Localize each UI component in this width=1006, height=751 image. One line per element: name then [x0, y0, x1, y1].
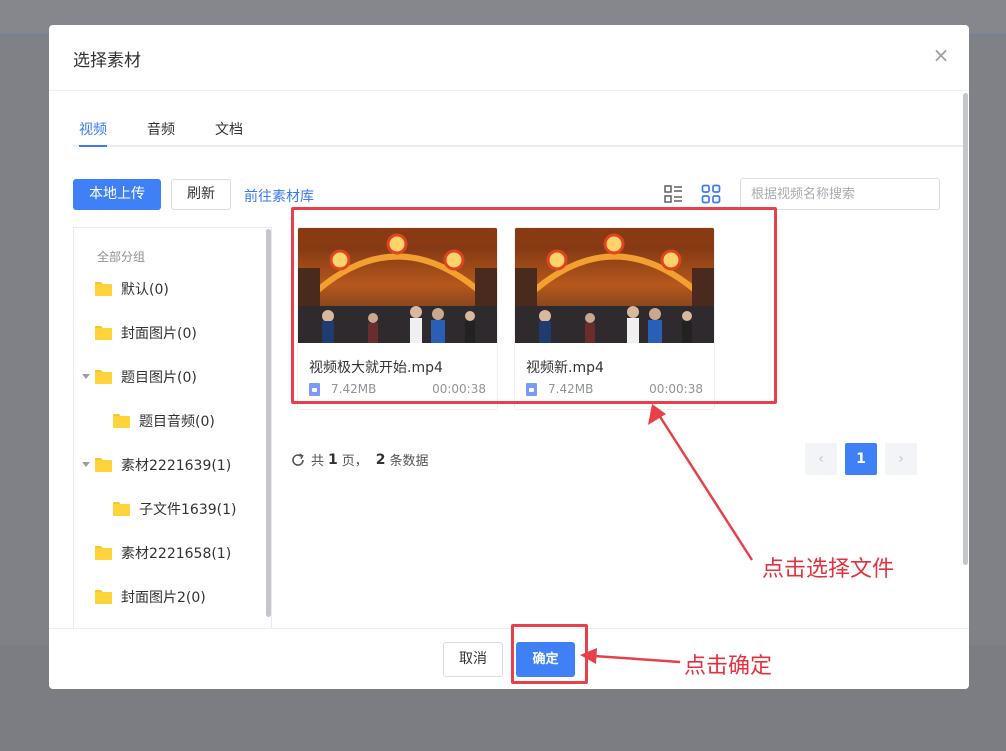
video-thumbnail [515, 228, 714, 343]
page-unit: 页， [341, 454, 368, 469]
dialog-footer: 取消 确定 [49, 628, 969, 689]
file-duration: 00:00:38 [432, 382, 486, 396]
caret-down-icon[interactable] [82, 462, 90, 467]
folder-icon [113, 414, 130, 428]
media-tabs: 视频 音频 文档 [73, 113, 965, 147]
tree-item-cover-images-2[interactable]: 封面图片2(0) [95, 585, 206, 609]
tree-item-label: 封面图片(0) [121, 326, 197, 342]
search-input[interactable] [740, 178, 940, 210]
tree-item-label: 素材2221639(1) [121, 458, 232, 474]
folder-icon [95, 590, 112, 604]
go-to-library-link[interactable]: 前往素材库 [244, 186, 314, 206]
file-duration: 00:00:38 [649, 382, 703, 396]
tree-item-label: 素材2221658(1) [121, 546, 232, 562]
cancel-button[interactable]: 取消 [443, 642, 503, 677]
folder-icon [95, 282, 112, 296]
refresh-button[interactable]: 刷新 [171, 179, 231, 210]
tree-item-default[interactable]: 默认(0) [95, 277, 169, 301]
tab-video[interactable]: 视频 [79, 119, 107, 139]
pagination-prefix: 共 [311, 454, 325, 469]
dialog-title: 选择素材 [73, 51, 141, 71]
active-tab-indicator [79, 145, 107, 147]
file-name: 视频新.mp4 [526, 360, 604, 376]
total-count: 2 [375, 451, 386, 468]
folder-icon [95, 370, 112, 384]
refresh-icon[interactable] [290, 452, 306, 468]
tree-item-label: 默认(0) [121, 282, 169, 298]
next-page-button[interactable]: › [885, 443, 917, 475]
confirm-button[interactable]: 确定 [516, 642, 575, 677]
video-card[interactable]: 视频新.mp4 7.42MB 00:00:38 [514, 227, 715, 410]
grid-view-icon[interactable] [701, 184, 721, 204]
file-size: 7.42MB [331, 382, 377, 396]
video-file-icon [526, 383, 537, 396]
tree-item-question-audio[interactable]: 题目音频(0) [113, 409, 215, 433]
tree-item-label: 封面图片2(0) [121, 590, 206, 606]
dialog-scrollbar[interactable] [963, 93, 968, 565]
all-groups-header: 全部分组 [97, 250, 146, 264]
folder-icon [113, 502, 130, 516]
video-thumbnail [298, 228, 497, 343]
file-size: 7.42MB [548, 382, 594, 396]
video-file-icon [309, 383, 320, 396]
total-pages: 1 [328, 451, 338, 468]
list-view-icon[interactable] [663, 184, 683, 204]
tab-document[interactable]: 文档 [215, 119, 243, 139]
dialog-header: 选择素材 × [49, 25, 969, 91]
tree-item-material-1658[interactable]: 素材2221658(1) [95, 541, 231, 565]
select-file-annotation: 点击选择文件 [762, 557, 895, 582]
tree-item-label: 题目图片(0) [121, 370, 197, 386]
confirm-annotation: 点击确定 [684, 654, 773, 679]
caret-down-icon[interactable] [82, 374, 90, 379]
pagination-summary: 共 1 页， 2 条数据 [290, 450, 429, 469]
tab-audio[interactable]: 音频 [147, 119, 175, 139]
tree-item-material-1639[interactable]: 素材2221639(1) [95, 453, 231, 477]
folder-icon [95, 546, 112, 560]
tree-item-question-images[interactable]: 题目图片(0) [95, 365, 197, 389]
tree-item-subfolder-1639[interactable]: 子文件1639(1) [113, 497, 236, 521]
tree-item-cover-images[interactable]: 封面图片(0) [95, 321, 197, 345]
close-icon[interactable]: × [931, 45, 951, 65]
tree-item-label: 题目音频(0) [139, 414, 215, 430]
folder-icon [95, 326, 112, 340]
local-upload-button[interactable]: 本地上传 [73, 179, 161, 210]
page-number-button[interactable]: 1 [845, 443, 877, 475]
prev-page-button[interactable]: ‹ [805, 443, 837, 475]
count-unit: 条数据 [389, 454, 429, 469]
select-material-dialog: 选择素材 × 视频 音频 文档 本地上传 刷新 前往素材库 全部分组 默认(0) [49, 25, 969, 689]
tree-item-label: 子文件1639(1) [139, 502, 237, 518]
tree-scrollbar[interactable] [266, 229, 271, 617]
folder-icon [95, 458, 112, 472]
video-card[interactable]: 视频极大就开始.mp4 7.42MB 00:00:38 [297, 227, 498, 410]
file-name: 视频极大就开始.mp4 [309, 360, 443, 376]
group-tree: 全部分组 默认(0) 封面图片(0) 题目图片(0) 题目音频(0) 素材222… [73, 227, 272, 629]
